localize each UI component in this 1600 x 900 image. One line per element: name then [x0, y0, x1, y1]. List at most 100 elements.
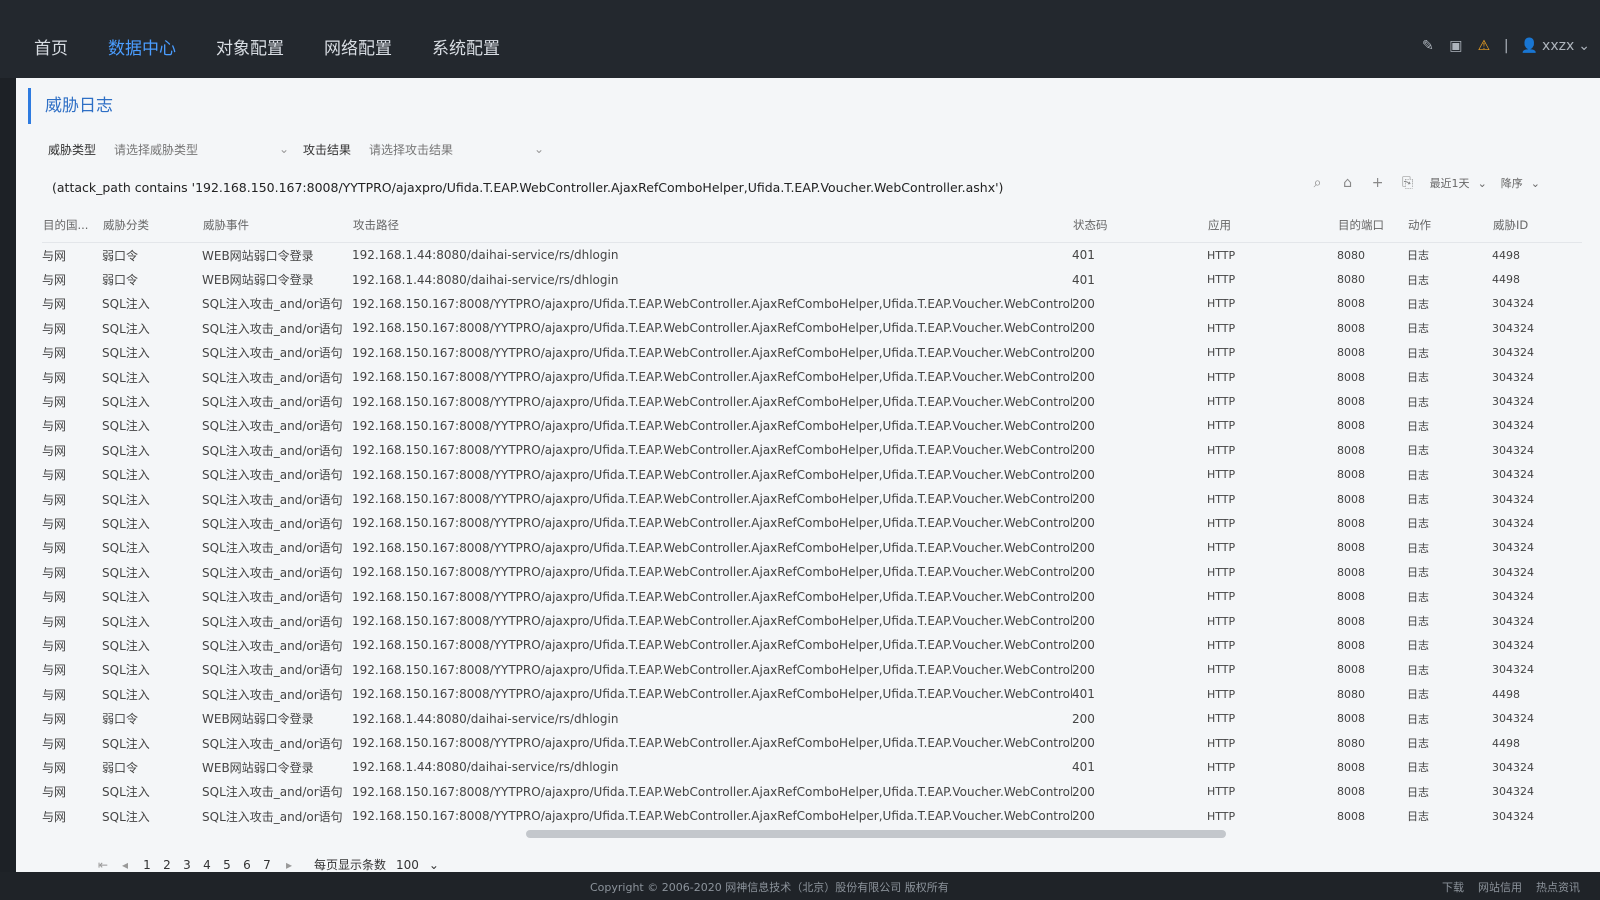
- user-menu[interactable]: 👤 xxzx ⌄: [1521, 38, 1590, 54]
- cell-path[interactable]: 192.168.1.44:8080/daihai-service/rs/dhlo…: [352, 706, 1072, 730]
- table-row[interactable]: 与网 SQL注入 SQL注入攻击_and/or语句 192.168.150.167:8…: [42, 780, 1582, 804]
- cell-event[interactable]: SQL注入攻击_and/or语句: [202, 731, 352, 755]
- cell-path[interactable]: 192.168.1.44:8080/daihai-service/rs/dhlo…: [352, 243, 1072, 268]
- table-row[interactable]: 与网 SQL注入 SQL注入攻击_and/or语句 192.168.150.167:8…: [42, 633, 1582, 657]
- cell-path[interactable]: 192.168.150.167:8008/YYTPRO/ajaxpro/Ufid…: [352, 536, 1072, 560]
- cell-path[interactable]: 192.168.150.167:8008/YYTPRO/ajaxpro/Ufid…: [352, 633, 1072, 657]
- cell-event[interactable]: WEB网站弱口令登录: [202, 706, 352, 730]
- first-page-icon[interactable]: ⇤: [96, 858, 110, 872]
- cell-path[interactable]: 192.168.150.167:8008/YYTPRO/ajaxpro/Ufid…: [352, 584, 1072, 608]
- cell-event[interactable]: SQL注入攻击_and/or语句: [202, 292, 352, 316]
- cell-path[interactable]: 192.168.1.44:8080/daihai-service/rs/dhlo…: [352, 267, 1072, 291]
- home-icon[interactable]: ⌂: [1340, 175, 1356, 191]
- page-number[interactable]: 4: [200, 858, 214, 872]
- cell-path[interactable]: 192.168.150.167:8008/YYTPRO/ajaxpro/Ufid…: [352, 609, 1072, 633]
- cell-event[interactable]: SQL注入攻击_and/or语句: [202, 341, 352, 365]
- page-size-select[interactable]: 100: [396, 858, 419, 872]
- cell-path[interactable]: 192.168.150.167:8008/YYTPRO/ajaxpro/Ufid…: [352, 292, 1072, 316]
- cell-path[interactable]: 192.168.150.167:8008/YYTPRO/ajaxpro/Ufid…: [352, 780, 1072, 804]
- page-number[interactable]: 3: [180, 858, 194, 872]
- query-expression[interactable]: (attack_path contains '192.168.150.167:8…: [52, 180, 1003, 195]
- cell-event[interactable]: SQL注入攻击_and/or语句: [202, 414, 352, 438]
- table-row[interactable]: 与网 SQL注入 SQL注入攻击_and/or语句 192.168.150.167:8…: [42, 731, 1582, 755]
- time-range-select[interactable]: 最近1天 ⌄: [1430, 175, 1487, 191]
- table-row[interactable]: 与网 SQL注入 SQL注入攻击_and/or语句 192.168.150.167:8…: [42, 609, 1582, 633]
- column-header[interactable]: 威胁分类: [102, 208, 202, 243]
- cell-path[interactable]: 192.168.150.167:8008/YYTPRO/ajaxpro/Ufid…: [352, 365, 1072, 389]
- edit-icon[interactable]: ✎: [1420, 38, 1436, 54]
- cell-path[interactable]: 192.168.150.167:8008/YYTPRO/ajaxpro/Ufid…: [352, 487, 1072, 511]
- cell-path[interactable]: 192.168.1.44:8080/daihai-service/rs/dhlo…: [352, 755, 1072, 779]
- table-row[interactable]: 与网 弱口令 WEB网站弱口令登录 192.168.1.44:8080/daihai-…: [42, 755, 1582, 779]
- tray-item[interactable]: 热点资讯: [1536, 879, 1580, 895]
- cell-event[interactable]: SQL注入攻击_and/or语句: [202, 633, 352, 657]
- column-header[interactable]: 威胁事件: [202, 208, 352, 243]
- cell-path[interactable]: 192.168.150.167:8008/YYTPRO/ajaxpro/Ufid…: [352, 731, 1072, 755]
- cell-event[interactable]: SQL注入攻击_and/or语句: [202, 511, 352, 535]
- cell-event[interactable]: SQL注入攻击_and/or语句: [202, 487, 352, 511]
- cell-path[interactable]: 192.168.150.167:8008/YYTPRO/ajaxpro/Ufid…: [352, 658, 1072, 682]
- table-row[interactable]: 与网 SQL注入 SQL注入攻击_and/or语句 192.168.150.167:8…: [42, 487, 1582, 511]
- column-header[interactable]: 应用: [1207, 208, 1337, 243]
- table-row[interactable]: 与网 SQL注入 SQL注入攻击_and/or语句 192.168.150.167:8…: [42, 292, 1582, 316]
- export-icon[interactable]: ⎘: [1400, 175, 1416, 191]
- table-row[interactable]: 与网 SQL注入 SQL注入攻击_and/or语句 192.168.150.167:8…: [42, 438, 1582, 462]
- table-row[interactable]: 与网 SQL注入 SQL注入攻击_and/or语句 192.168.150.167:8…: [42, 341, 1582, 365]
- column-header[interactable]: 动作: [1407, 208, 1492, 243]
- table-row[interactable]: 与网 SQL注入 SQL注入攻击_and/or语句 192.168.150.167:8…: [42, 389, 1582, 413]
- column-header[interactable]: 目的端口: [1337, 208, 1407, 243]
- nav-tab[interactable]: 首页: [14, 26, 88, 82]
- nav-tab[interactable]: 数据中心: [88, 26, 196, 82]
- cell-event[interactable]: SQL注入攻击_and/or语句: [202, 682, 352, 706]
- horizontal-scrollbar[interactable]: [526, 830, 1226, 838]
- cell-event[interactable]: SQL注入攻击_and/or语句: [202, 804, 352, 828]
- cell-path[interactable]: 192.168.150.167:8008/YYTPRO/ajaxpro/Ufid…: [352, 804, 1072, 828]
- table-row[interactable]: 与网 SQL注入 SQL注入攻击_and/or语句 192.168.150.167:8…: [42, 365, 1582, 389]
- column-header[interactable]: 攻击路径: [352, 208, 1072, 243]
- prev-page-icon[interactable]: ◂: [118, 858, 132, 872]
- cell-path[interactable]: 192.168.150.167:8008/YYTPRO/ajaxpro/Ufid…: [352, 560, 1072, 584]
- cell-path[interactable]: 192.168.150.167:8008/YYTPRO/ajaxpro/Ufid…: [352, 389, 1072, 413]
- cell-event[interactable]: WEB网站弱口令登录: [202, 267, 352, 291]
- page-number[interactable]: 7: [260, 858, 274, 872]
- cell-path[interactable]: 192.168.150.167:8008/YYTPRO/ajaxpro/Ufid…: [352, 682, 1072, 706]
- nav-tab[interactable]: 系统配置: [412, 26, 520, 82]
- table-row[interactable]: 与网 弱口令 WEB网站弱口令登录 192.168.1.44:8080/daihai-…: [42, 267, 1582, 291]
- table-row[interactable]: 与网 SQL注入 SQL注入攻击_and/or语句 192.168.150.167:8…: [42, 658, 1582, 682]
- cell-path[interactable]: 192.168.150.167:8008/YYTPRO/ajaxpro/Ufid…: [352, 414, 1072, 438]
- table-row[interactable]: 与网 SQL注入 SQL注入攻击_and/or语句 192.168.150.167:8…: [42, 414, 1582, 438]
- cell-event[interactable]: WEB网站弱口令登录: [202, 755, 352, 779]
- threat-type-select[interactable]: 请选择威胁类型 ⌄: [110, 138, 293, 160]
- tray-item[interactable]: 下载: [1442, 879, 1464, 895]
- page-number[interactable]: 5: [220, 858, 234, 872]
- cell-path[interactable]: 192.168.150.167:8008/YYTPRO/ajaxpro/Ufid…: [352, 463, 1072, 487]
- warning-icon[interactable]: ⚠: [1476, 38, 1492, 54]
- table-row[interactable]: 与网 SQL注入 SQL注入攻击_and/or语句 192.168.150.167:8…: [42, 536, 1582, 560]
- page-number[interactable]: 2: [160, 858, 174, 872]
- cell-event[interactable]: SQL注入攻击_and/or语句: [202, 609, 352, 633]
- cell-event[interactable]: SQL注入攻击_and/or语句: [202, 438, 352, 462]
- cell-event[interactable]: SQL注入攻击_and/or语句: [202, 658, 352, 682]
- nav-tab[interactable]: 网络配置: [304, 26, 412, 82]
- cell-event[interactable]: SQL注入攻击_and/or语句: [202, 536, 352, 560]
- cell-path[interactable]: 192.168.150.167:8008/YYTPRO/ajaxpro/Ufid…: [352, 438, 1072, 462]
- add-icon[interactable]: +: [1370, 175, 1386, 191]
- cell-event[interactable]: SQL注入攻击_and/or语句: [202, 389, 352, 413]
- cell-event[interactable]: SQL注入攻击_and/or语句: [202, 560, 352, 584]
- page-number[interactable]: 6: [240, 858, 254, 872]
- cell-event[interactable]: WEB网站弱口令登录: [202, 243, 352, 268]
- cell-path[interactable]: 192.168.150.167:8008/YYTPRO/ajaxpro/Ufid…: [352, 341, 1072, 365]
- page-number[interactable]: 1: [140, 858, 154, 872]
- attack-result-select[interactable]: 请选择攻击结果 ⌄: [365, 138, 548, 160]
- table-row[interactable]: 与网 SQL注入 SQL注入攻击_and/or语句 192.168.150.167:8…: [42, 560, 1582, 584]
- table-row[interactable]: 与网 弱口令 WEB网站弱口令登录 192.168.1.44:8080/daihai-…: [42, 706, 1582, 730]
- tray-item[interactable]: 网站信用: [1478, 879, 1522, 895]
- cell-event[interactable]: SQL注入攻击_and/or语句: [202, 584, 352, 608]
- column-header[interactable]: 目的国...: [42, 208, 102, 243]
- save-icon[interactable]: ▣: [1448, 38, 1464, 54]
- search-icon[interactable]: ⌕: [1310, 175, 1326, 191]
- cell-event[interactable]: SQL注入攻击_and/or语句: [202, 316, 352, 340]
- cell-event[interactable]: SQL注入攻击_and/or语句: [202, 365, 352, 389]
- table-row[interactable]: 与网 SQL注入 SQL注入攻击_and/or语句 192.168.150.167:8…: [42, 804, 1582, 828]
- table-row[interactable]: 与网 SQL注入 SQL注入攻击_and/or语句 192.168.150.167:8…: [42, 316, 1582, 340]
